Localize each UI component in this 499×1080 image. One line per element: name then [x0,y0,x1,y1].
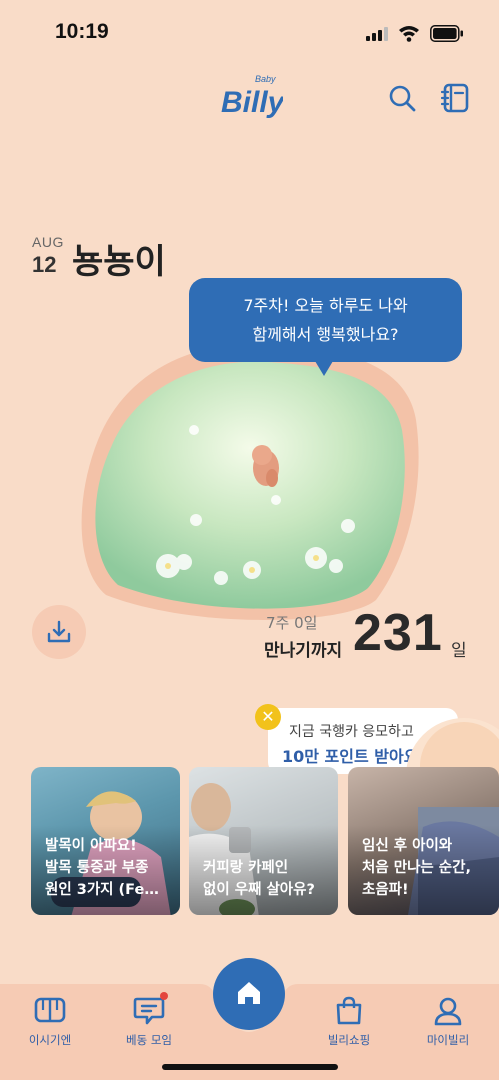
nav-label: 베동 모임 [126,1033,172,1047]
card-title: 발목이 아파요! 발목 통증과 부종 원인 3가지 (Fe… [45,838,159,898]
book-open-icon [34,997,66,1023]
bubble-line-2: 함께해서 행복했나요? [252,325,399,344]
nav-label: 빌리쇼핑 [327,1033,371,1047]
nav-item-my-billy[interactable]: 마이빌리 [408,996,488,1056]
chat-icon [133,997,165,1025]
home-button[interactable] [213,958,285,1030]
svg-text:Billy: Billy [221,86,283,119]
date-day: 12 [32,252,57,277]
user-icon [434,997,462,1026]
promo-close-button[interactable]: ✕ [255,704,281,730]
nav-item-this-period[interactable]: 이시기엔 [10,996,90,1056]
nav-item-shopping[interactable]: 빌리쇼핑 [309,996,389,1056]
billy-logo: Baby Billy [221,74,283,119]
article-card-caffeine[interactable]: 커피랑 카페인 없이 우째 살아유? [189,767,338,915]
nav-label: 이시기엔 [28,1033,72,1047]
article-card-ankle[interactable]: 발목이 아파요! 발목 통증과 부종 원인 3가지 (Fe… [31,767,180,915]
battery-icon [430,25,463,42]
wifi-icon [399,26,419,42]
book-icon [440,83,469,113]
article-card-ultrasound[interactable]: 임신 후 아이와 처음 만나는 순간, 초음파! [348,767,499,915]
status-bar: 10:19 [0,0,499,64]
bubble-line-1: 7주차! 오늘 하루도 나와 [243,296,408,315]
cellular-signal-icon [366,27,388,41]
card-title: 임신 후 아이와 처음 만나는 순간, 초음파! [362,838,471,898]
home-icon [238,982,260,1004]
search-button[interactable] [386,82,418,114]
nav-label: 마이빌리 [426,1033,470,1047]
card-title: 커피랑 카페인 없이 우째 살아유? [203,860,315,898]
diary-button[interactable] [440,82,471,114]
home-indicator [162,1064,338,1070]
baby-name[interactable]: 뇽뇽이 [72,234,166,283]
shopping-bag-icon [336,996,362,1025]
status-time: 10:19 [55,20,109,43]
dday-number: 231 [353,604,443,662]
date-month: AUG [32,234,64,250]
search-icon [389,85,416,112]
nav-item-community[interactable]: 베동 모임 [109,996,189,1056]
notification-badge [160,992,168,1000]
dday-label: 만나기까지 [264,641,343,661]
pregnancy-week: 7주 0일 [266,614,318,632]
svg-text:Baby: Baby [255,74,276,84]
dday-unit: 일 [451,641,467,661]
download-button[interactable] [32,605,86,659]
download-icon [47,620,71,643]
womb-illustration [81,343,419,620]
speech-bubble: 7주차! 오늘 하루도 나와 함께해서 행복했나요? [189,278,462,376]
